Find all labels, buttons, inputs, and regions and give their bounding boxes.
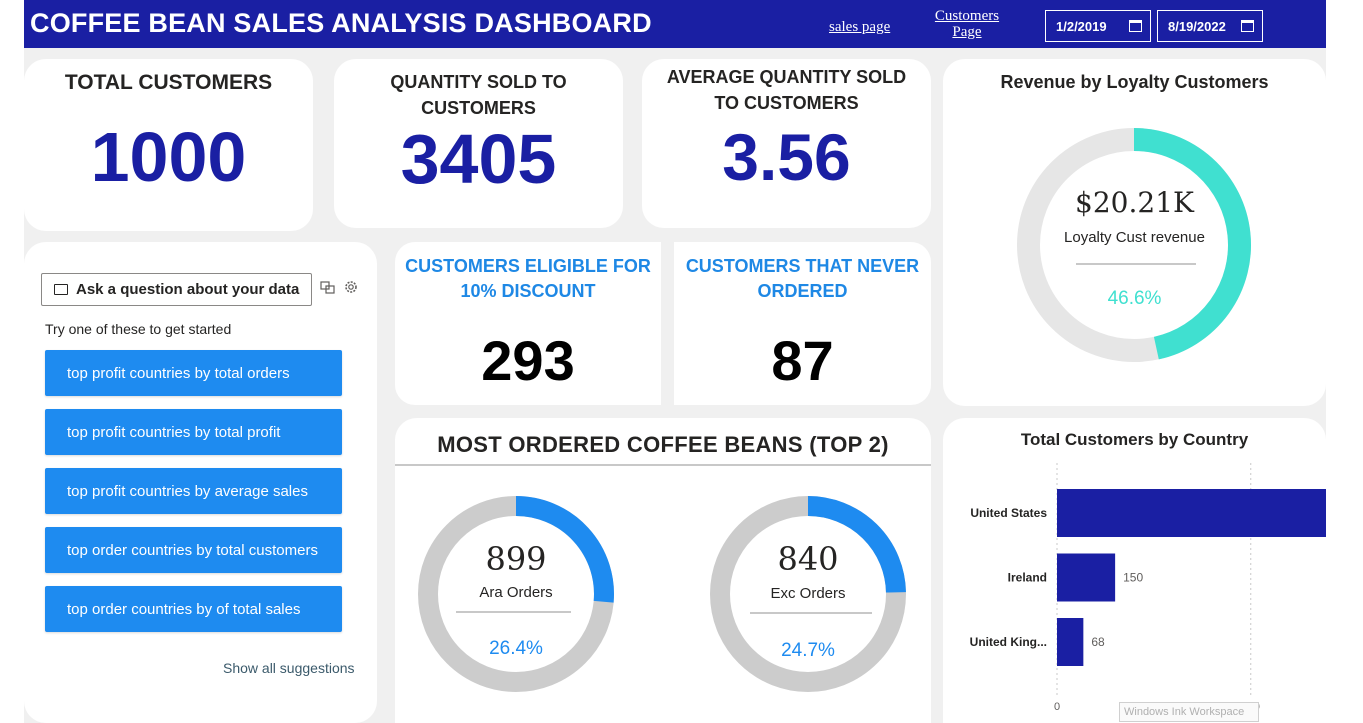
- category-label: Ireland: [1008, 571, 1047, 585]
- kpi-title-line1: CUSTOMERS ELIGIBLE FOR: [405, 256, 651, 276]
- customers-page-link[interactable]: Customers Page: [932, 8, 1002, 40]
- quantity-sold-card: QUANTITY SOLD TO CUSTOMERS 3405: [334, 59, 623, 228]
- qa-placeholder: Ask a question about your data: [76, 281, 300, 298]
- qa-search-input[interactable]: Ask a question about your data: [41, 273, 312, 306]
- kpi-value: 1000: [90, 118, 247, 196]
- bean-percent: 26.4%: [489, 638, 543, 659]
- sales-page-link[interactable]: sales page: [829, 19, 890, 36]
- divider: [395, 464, 931, 466]
- gear-icon[interactable]: [343, 279, 359, 295]
- dashboard-title: COFFEE BEAN SALES ANALYSIS DASHBOARD: [30, 8, 652, 38]
- bean-value: 840: [777, 540, 839, 578]
- kpi-title-line1: QUANTITY SOLD TO: [390, 72, 567, 92]
- suggestion-button[interactable]: top order countries by total customers: [45, 527, 342, 573]
- data-label: 68: [1091, 635, 1105, 649]
- qa-panel: Ask a question about your data Try one o…: [24, 242, 377, 723]
- bar[interactable]: [1057, 489, 1326, 537]
- kpi-title: TOTAL CUSTOMERS: [64, 71, 273, 94]
- kpi-title: AVERAGE QUANTITY SOLD TO CUSTOMERS: [642, 64, 931, 116]
- loyalty-percent: 46.6%: [1107, 288, 1162, 309]
- start-date-value: 1/2/2019: [1056, 18, 1107, 34]
- kpi-title-line2: ORDERED: [757, 281, 848, 301]
- start-date-picker[interactable]: 1/2/2019: [1045, 10, 1151, 42]
- qa-prompt: Try one of these to get started: [45, 321, 232, 337]
- total-customers-card: TOTAL CUSTOMERS 1000: [24, 59, 313, 231]
- calendar-icon: [1129, 20, 1142, 32]
- customers-page-link-line2: Page: [952, 24, 982, 40]
- category-label: United States: [970, 506, 1047, 520]
- kpi-value: 3.56: [722, 120, 851, 194]
- copy-icon[interactable]: [320, 279, 336, 295]
- bean-label: Ara Orders: [479, 584, 553, 601]
- top-beans-title: MOST ORDERED COFFEE BEANS (TOP 2): [437, 432, 889, 457]
- end-date-picker[interactable]: 8/19/2022: [1157, 10, 1263, 42]
- eligible-discount-card: CUSTOMERS ELIGIBLE FOR 10% DISCOUNT 293: [395, 242, 661, 405]
- loyalty-value: $20.21K: [1075, 186, 1194, 219]
- data-label: 150: [1123, 571, 1143, 585]
- kpi-value: 3405: [400, 120, 557, 198]
- divider: [1076, 263, 1196, 265]
- country-bar-chart: 0500United States782Ireland150United Kin…: [970, 463, 1326, 713]
- average-quantity-card: AVERAGE QUANTITY SOLD TO CUSTOMERS 3.56: [642, 59, 931, 228]
- kpi-title-line2: CUSTOMERS: [421, 98, 536, 118]
- kpi-value: 293: [481, 329, 575, 392]
- loyalty-revenue-card: Revenue by Loyalty Customers $20.21K Loy…: [943, 59, 1326, 406]
- kpi-title-line1: AVERAGE QUANTITY SOLD: [666, 67, 907, 87]
- kpi-title-line2: 10% DISCOUNT: [460, 281, 596, 301]
- windows-ink-tooltip: Windows Ink Workspace: [1119, 702, 1259, 722]
- kpi-value: 87: [771, 329, 834, 392]
- kpi-title: CUSTOMERS THAT NEVER ORDERED: [674, 254, 931, 304]
- customers-by-country-card: Total Customers by Country 0500United St…: [943, 418, 1326, 723]
- bar[interactable]: [1057, 553, 1116, 602]
- never-ordered-card: CUSTOMERS THAT NEVER ORDERED 87: [674, 242, 931, 405]
- top-beans-card: MOST ORDERED COFFEE BEANS (TOP 2) 899 Ar…: [395, 418, 931, 723]
- kpi-title: CUSTOMERS ELIGIBLE FOR 10% DISCOUNT: [395, 254, 661, 304]
- divider: [750, 612, 872, 614]
- suggestion-button[interactable]: top profit countries by total profit: [45, 409, 342, 455]
- calendar-icon: [1241, 20, 1254, 32]
- customers-page-link-line1: Customers: [934, 8, 1000, 24]
- kpi-title: QUANTITY SOLD TO CUSTOMERS: [334, 69, 623, 121]
- loyalty-label: Loyalty Cust revenue: [1064, 229, 1205, 246]
- header-bar: COFFEE BEAN SALES ANALYSIS DASHBOARD sal…: [24, 0, 1326, 48]
- category-label: United King...: [970, 635, 1047, 649]
- divider: [456, 611, 571, 613]
- bar[interactable]: [1057, 618, 1084, 666]
- show-all-suggestions-link[interactable]: Show all suggestions: [223, 660, 355, 676]
- bean-label: Exc Orders: [770, 585, 846, 602]
- bean-value: 899: [485, 540, 547, 578]
- chat-bubble-icon: [54, 284, 68, 295]
- kpi-title-line1: CUSTOMERS THAT NEVER: [685, 256, 920, 276]
- suggestion-button[interactable]: top profit countries by average sales: [45, 468, 342, 514]
- suggestion-button[interactable]: top order countries by of total sales: [45, 586, 342, 632]
- suggestion-button[interactable]: top profit countries by total orders: [45, 350, 342, 396]
- end-date-value: 8/19/2022: [1168, 18, 1226, 34]
- bean-percent: 24.7%: [781, 640, 835, 661]
- kpi-title-line2: TO CUSTOMERS: [714, 93, 859, 113]
- x-tick-label: 0: [1054, 701, 1060, 713]
